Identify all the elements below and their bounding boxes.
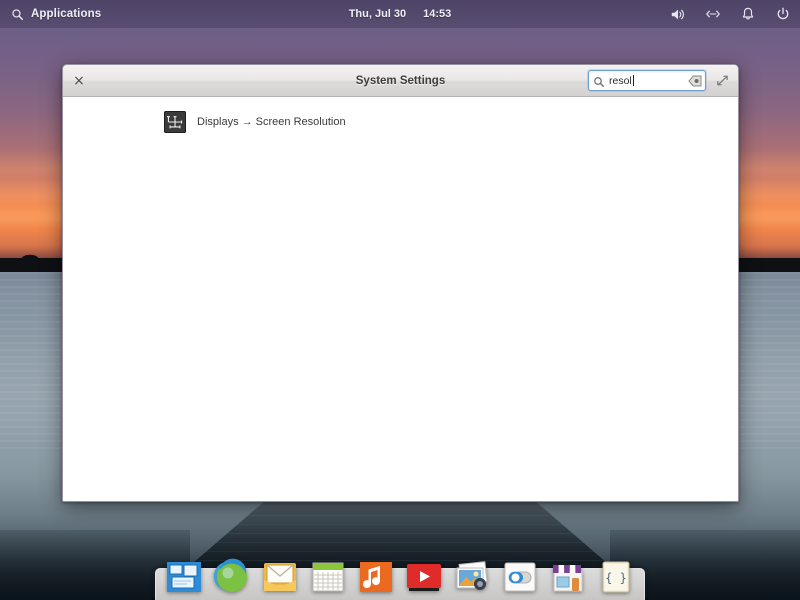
text-caret <box>633 75 634 86</box>
applications-menu[interactable]: Applications <box>0 6 101 22</box>
system-settings-window: × System Settings resol <box>62 64 739 502</box>
settings-search-results: Displays → Screen Resolution <box>63 97 738 502</box>
clear-icon[interactable] <box>688 74 702 88</box>
window-maximize-button[interactable] <box>712 71 732 91</box>
window-titlebar[interactable]: × System Settings resol <box>63 65 738 97</box>
search-input-value: resol <box>609 75 632 87</box>
dock-items: { } <box>155 544 645 596</box>
titlebar-actions: resol <box>588 70 738 91</box>
panel-indicators <box>670 0 791 28</box>
dock-item-files[interactable] <box>165 558 203 596</box>
settings-search-field[interactable]: resol <box>588 70 706 91</box>
dock-item-calendar[interactable] <box>309 558 347 596</box>
notifications-icon[interactable] <box>740 6 756 22</box>
network-icon[interactable] <box>705 6 721 22</box>
dock-item-video[interactable] <box>405 558 443 596</box>
screen-resolution-icon <box>164 111 186 133</box>
dock-item-photos[interactable] <box>453 558 491 596</box>
panel-time: 14:53 <box>423 8 451 20</box>
search-result-row[interactable]: Displays → Screen Resolution <box>63 106 738 138</box>
window-close-button[interactable]: × <box>68 70 90 92</box>
search-icon <box>9 6 25 22</box>
search-input[interactable]: resol <box>609 75 688 87</box>
search-icon <box>593 75 605 87</box>
dock-item-mail[interactable] <box>261 558 299 596</box>
volume-icon[interactable] <box>670 6 686 22</box>
power-icon[interactable] <box>775 6 791 22</box>
dock-item-code[interactable]: { } <box>597 558 635 596</box>
dock-item-appcenter[interactable] <box>549 558 587 596</box>
top-panel: Applications Thu, Jul 30 14:53 <box>0 0 800 28</box>
panel-date: Thu, Jul 30 <box>349 8 406 20</box>
dock-item-music[interactable] <box>357 558 395 596</box>
applications-menu-label: Applications <box>31 8 101 20</box>
dock-item-browser[interactable] <box>213 558 251 596</box>
search-result-label: Displays → Screen Resolution <box>197 116 346 128</box>
dock-item-settings[interactable] <box>501 558 539 596</box>
svg-text:{ }: { } <box>605 571 627 585</box>
